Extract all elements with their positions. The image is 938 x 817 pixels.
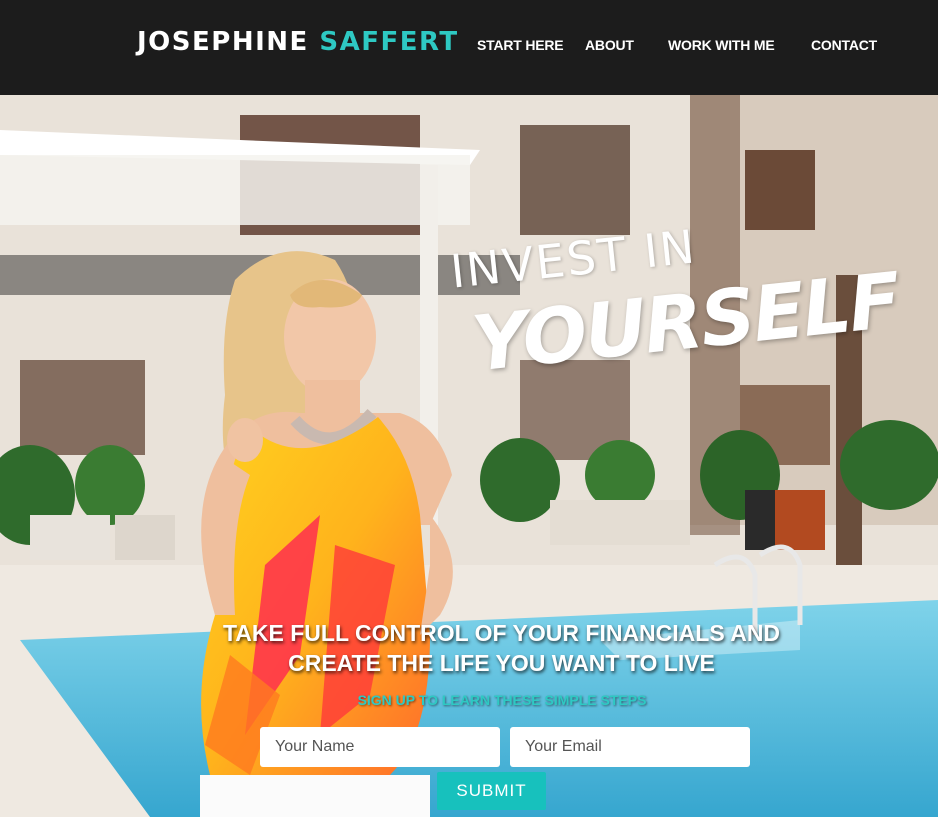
tagline-line-1: TAKE FULL CONTROL OF YOUR FINANCIALS AND: [222, 620, 781, 646]
nav-contact[interactable]: CONTACT: [811, 37, 877, 53]
email-input[interactable]: [510, 727, 750, 767]
nav-work-with-me[interactable]: WORK WITH ME: [668, 37, 775, 53]
name-input[interactable]: [260, 727, 500, 767]
nav-about[interactable]: ABOUT: [585, 37, 634, 53]
signup-note: SIGN UP TO LEARN THESE SIMPLE STEPS: [357, 692, 647, 708]
nav-start-here[interactable]: START HERE: [477, 37, 564, 53]
hero-photo: [0, 95, 938, 817]
hero-tagline: TAKE FULL CONTROL OF YOUR FINANCIALS AND…: [180, 618, 823, 678]
submit-button[interactable]: SUBMIT: [437, 772, 546, 810]
site-logo[interactable]: JOSEPHINE SAFFERT: [137, 27, 459, 57]
tagline-line-2: CREATE THE LIFE YOU WANT TO LIVE: [288, 650, 715, 676]
logo-last-name: SAFFERT: [319, 27, 459, 57]
site-header: JOSEPHINE SAFFERT START HERE ABOUT WORK …: [0, 0, 938, 95]
logo-first-name: JOSEPHINE: [137, 27, 309, 57]
hero-section: INVEST IN YOURSELF TAKE FULL CONTROL OF …: [0, 95, 938, 817]
